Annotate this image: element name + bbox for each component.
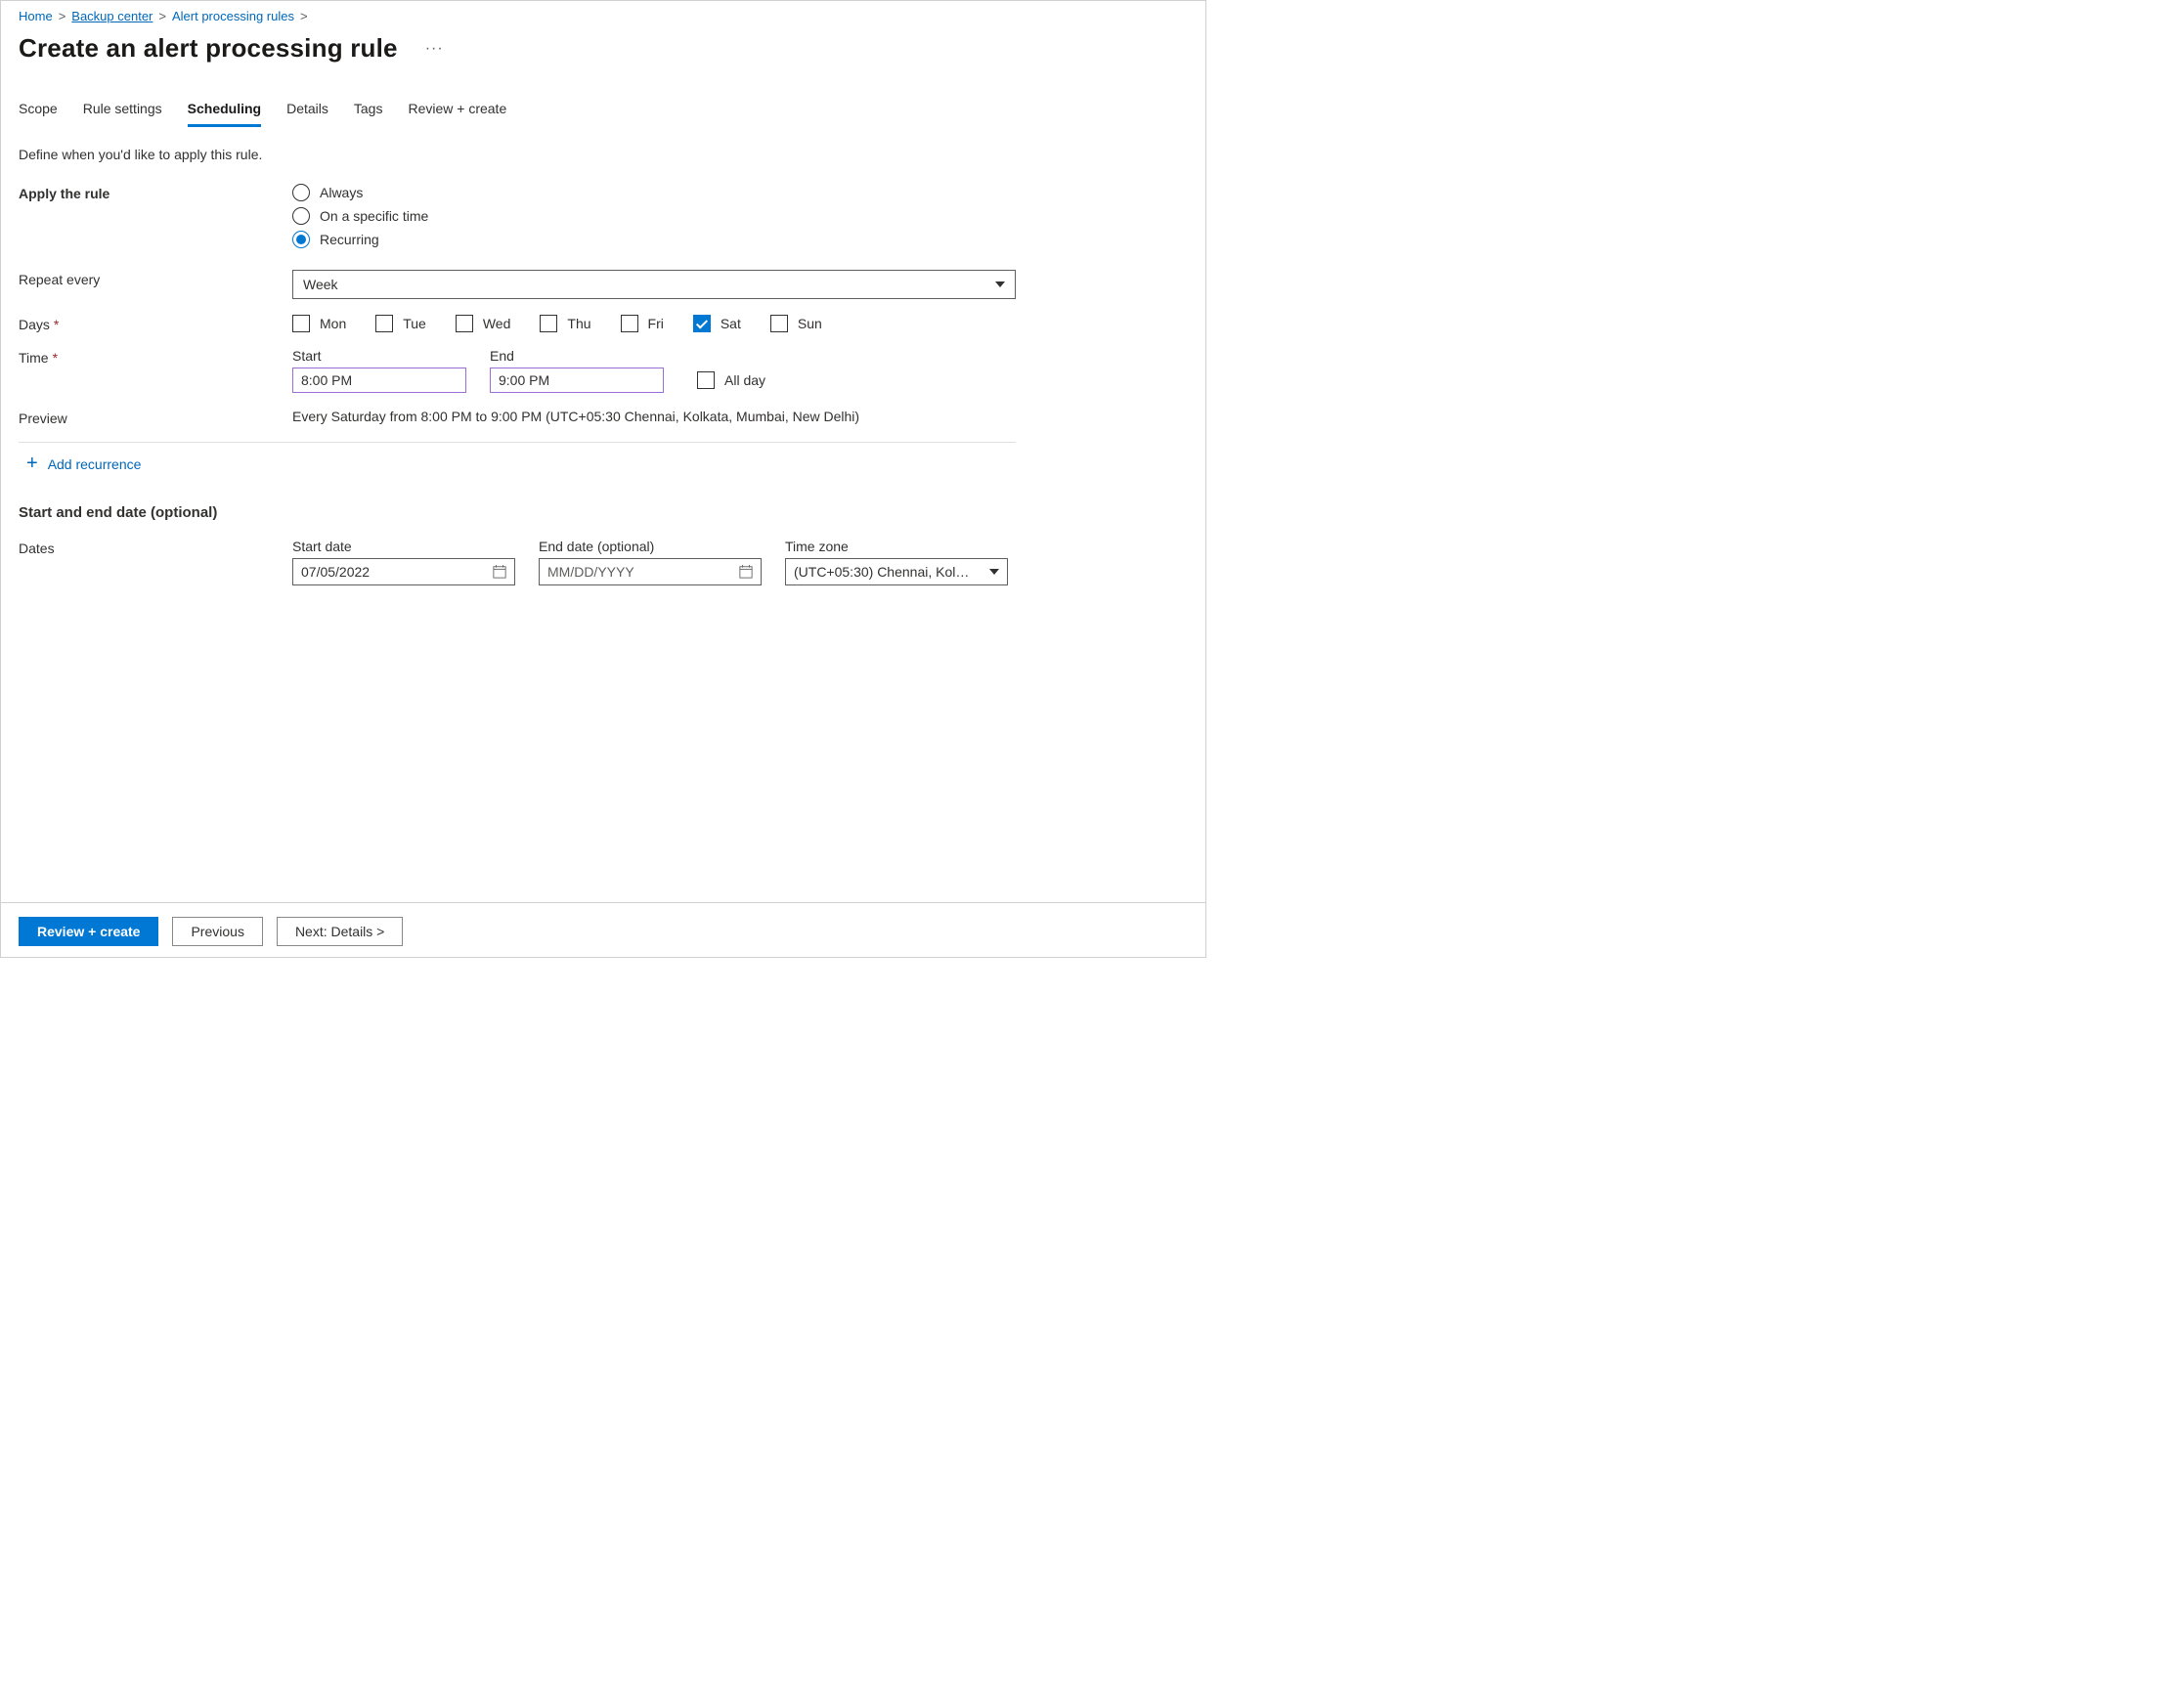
end-date-input[interactable]: MM/DD/YYYY	[539, 558, 762, 585]
days-label: Days	[19, 317, 50, 332]
chevron-right-icon: >	[59, 9, 66, 23]
day-sat[interactable]: Sat	[693, 315, 741, 332]
day-label: Fri	[648, 316, 664, 331]
time-start-input[interactable]	[292, 368, 466, 393]
calendar-icon	[493, 565, 506, 579]
radio-icon	[292, 207, 310, 225]
checkbox-icon	[456, 315, 473, 332]
add-recurrence-label: Add recurrence	[48, 456, 142, 472]
day-label: Sun	[798, 316, 822, 331]
dates-label: Dates	[19, 539, 292, 556]
timezone-value: (UTC+05:30) Chennai, Kolka...	[794, 564, 970, 580]
breadcrumb-alert-processing-rules[interactable]: Alert processing rules	[172, 9, 294, 23]
checkbox-icon	[375, 315, 393, 332]
radio-recurring-label: Recurring	[320, 232, 379, 247]
radio-specific-label: On a specific time	[320, 208, 428, 224]
add-recurrence-button[interactable]: + Add recurrence	[26, 453, 1016, 475]
checkbox-icon	[621, 315, 638, 332]
chevron-down-icon	[995, 281, 1005, 287]
tab-scope[interactable]: Scope	[19, 101, 58, 127]
helper-text: Define when you'd like to apply this rul…	[19, 147, 1188, 162]
day-label: Tue	[403, 316, 426, 331]
plus-icon: +	[26, 453, 38, 475]
radio-always-label: Always	[320, 185, 363, 200]
checkbox-icon	[540, 315, 557, 332]
preview-label: Preview	[19, 409, 292, 426]
divider	[19, 442, 1016, 443]
day-mon[interactable]: Mon	[292, 315, 346, 332]
day-sun[interactable]: Sun	[770, 315, 822, 332]
tab-tags[interactable]: Tags	[354, 101, 383, 127]
breadcrumb-backup-center[interactable]: Backup center	[71, 9, 153, 23]
day-label: Thu	[567, 316, 590, 331]
required-asterisk: *	[54, 317, 59, 332]
checkbox-icon	[292, 315, 310, 332]
start-date-label: Start date	[292, 539, 515, 554]
start-end-date-header: Start and end date (optional)	[19, 504, 1016, 521]
more-icon[interactable]: ···	[425, 40, 444, 58]
time-label-wrap: Time*	[19, 348, 292, 366]
review-create-button[interactable]: Review + create	[19, 917, 158, 946]
radio-specific-time[interactable]: On a specific time	[292, 207, 1016, 225]
days-label-wrap: Days *	[19, 315, 292, 332]
footer-actions: Review + create Previous Next: Details >	[1, 902, 1205, 957]
repeat-every-value: Week	[303, 277, 338, 292]
start-date-input[interactable]: 07/05/2022	[292, 558, 515, 585]
day-label: Sat	[721, 316, 741, 331]
chevron-right-icon: >	[300, 9, 308, 23]
apply-rule-radio-group: Always On a specific time Recurring	[292, 184, 1016, 248]
timezone-label: Time zone	[785, 539, 1008, 554]
day-fri[interactable]: Fri	[621, 315, 664, 332]
time-end-label: End	[490, 348, 664, 364]
repeat-every-select[interactable]: Week	[292, 270, 1016, 299]
all-day-label: All day	[724, 372, 765, 388]
radio-icon	[292, 184, 310, 201]
breadcrumb-home[interactable]: Home	[19, 9, 53, 23]
chevron-right-icon: >	[158, 9, 166, 23]
checkbox-icon	[693, 315, 711, 332]
timezone-select[interactable]: (UTC+05:30) Chennai, Kolka...	[785, 558, 1008, 585]
day-thu[interactable]: Thu	[540, 315, 590, 332]
repeat-every-label: Repeat every	[19, 270, 292, 287]
tab-review-create[interactable]: Review + create	[408, 101, 506, 127]
apply-rule-label: Apply the rule	[19, 184, 292, 201]
day-wed[interactable]: Wed	[456, 315, 511, 332]
page-title: Create an alert processing rule	[19, 33, 398, 64]
day-tue[interactable]: Tue	[375, 315, 426, 332]
checkbox-icon	[770, 315, 788, 332]
start-date-value: 07/05/2022	[301, 564, 370, 580]
radio-always[interactable]: Always	[292, 184, 1016, 201]
previous-button[interactable]: Previous	[172, 917, 262, 946]
tab-scheduling[interactable]: Scheduling	[188, 101, 261, 127]
chevron-down-icon	[989, 569, 999, 575]
time-start-label: Start	[292, 348, 466, 364]
all-day-checkbox[interactable]: All day	[697, 368, 765, 393]
tab-rule-settings[interactable]: Rule settings	[83, 101, 162, 127]
preview-text: Every Saturday from 8:00 PM to 9:00 PM (…	[292, 409, 859, 424]
required-asterisk: *	[53, 350, 58, 366]
calendar-icon	[739, 565, 753, 579]
end-date-label: End date (optional)	[539, 539, 762, 554]
time-label: Time	[19, 350, 49, 366]
tabs: Scope Rule settings Scheduling Details T…	[19, 101, 1188, 127]
end-date-placeholder: MM/DD/YYYY	[547, 564, 634, 580]
checkbox-icon	[697, 371, 715, 389]
next-button[interactable]: Next: Details >	[277, 917, 403, 946]
radio-recurring[interactable]: Recurring	[292, 231, 1016, 248]
radio-icon	[292, 231, 310, 248]
day-label: Wed	[483, 316, 511, 331]
tab-details[interactable]: Details	[286, 101, 328, 127]
time-end-input[interactable]	[490, 368, 664, 393]
breadcrumb: Home > Backup center > Alert processing …	[19, 9, 1188, 23]
day-label: Mon	[320, 316, 346, 331]
